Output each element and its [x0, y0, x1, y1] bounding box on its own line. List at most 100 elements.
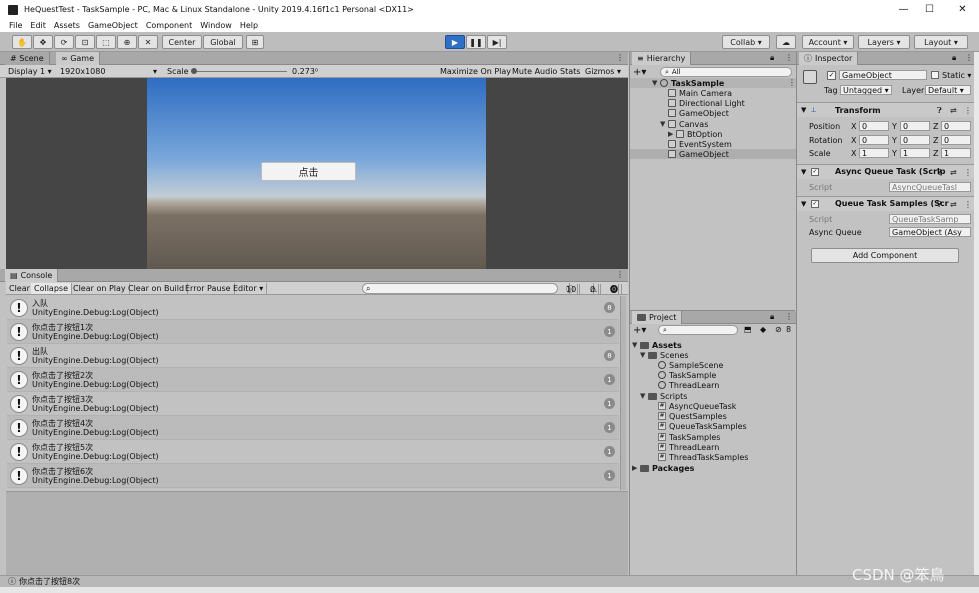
- status-message[interactable]: 你点击了按钮8次: [19, 576, 80, 587]
- collapse-toggle[interactable]: Collapse: [31, 283, 72, 294]
- panel-menu-icon[interactable]: ⋮: [616, 53, 624, 62]
- collab-button[interactable]: Collab ▾: [722, 35, 770, 49]
- account-dropdown[interactable]: Account ▾: [802, 35, 854, 49]
- hierarchy-item[interactable]: EventSystem: [668, 139, 732, 149]
- tab-scene[interactable]: # Scene: [5, 52, 50, 65]
- scale-z-field[interactable]: 1: [941, 148, 971, 158]
- console-detail-area[interactable]: [6, 491, 628, 575]
- layer-dropdown[interactable]: Default ▾: [925, 85, 971, 95]
- static-checkbox[interactable]: [931, 71, 939, 79]
- project-item[interactable]: ▼ Scripts: [640, 391, 687, 401]
- scale-slider-track[interactable]: [197, 71, 287, 72]
- hierarchy-menu-icon[interactable]: ⋮: [785, 53, 793, 62]
- hierarchy-item[interactable]: GameObject: [668, 108, 729, 118]
- component-enabled-checkbox[interactable]: ✓: [811, 168, 819, 176]
- foldout-arrow-icon[interactable]: ▼: [801, 200, 806, 208]
- resolution-dropdown[interactable]: 1920x1080: [60, 67, 105, 76]
- presets-icon[interactable]: ⇌: [950, 200, 957, 209]
- pivot-global-button[interactable]: Global: [203, 35, 243, 49]
- project-item[interactable]: ThreadLearn: [658, 380, 719, 390]
- lock-icon[interactable]: 🔒︎: [770, 53, 774, 63]
- grid-snap-icon[interactable]: ⊞: [246, 35, 264, 49]
- presets-icon[interactable]: ⇌: [950, 106, 957, 115]
- foldout-arrow-icon[interactable]: ▼: [801, 106, 806, 114]
- log-row[interactable]: ! 你点击了按钮4次 UnityEngine.Debug:Log(Object)…: [7, 416, 619, 440]
- log-row[interactable]: ! 你点击了按钮6次 UnityEngine.Debug:Log(Object)…: [7, 464, 619, 488]
- hierarchy-item[interactable]: Directional Light: [668, 98, 745, 108]
- component-enabled-checkbox[interactable]: ✓: [811, 200, 819, 208]
- menu-help[interactable]: Help: [236, 21, 262, 30]
- project-item[interactable]: # ThreadLearn: [658, 442, 719, 452]
- expand-arrow-icon[interactable]: ▼: [640, 351, 648, 359]
- async-queue-task-header[interactable]: ▼ ✓ Async Queue Task (Scrip ❓︎ ⇌ ⋮: [797, 164, 975, 179]
- tab-project[interactable]: Project: [632, 311, 683, 324]
- console-scrollbar[interactable]: [620, 296, 626, 490]
- project-search-input[interactable]: ⌕: [658, 325, 738, 335]
- component-menu-icon[interactable]: ⋮: [964, 106, 972, 115]
- create-plus-icon[interactable]: +▾: [633, 325, 646, 336]
- project-menu-icon[interactable]: ⋮: [785, 312, 793, 321]
- display-dropdown[interactable]: Display 1 ▾: [8, 67, 52, 76]
- maximize-on-play-toggle[interactable]: Maximize On Play: [440, 67, 511, 76]
- hierarchy-item-selected[interactable]: GameObject: [668, 149, 729, 159]
- scale-y-field[interactable]: 1: [900, 148, 930, 158]
- log-row[interactable]: ! 你点击了按钮3次 UnityEngine.Debug:Log(Object)…: [7, 392, 619, 416]
- console-menu-icon[interactable]: ⋮: [616, 270, 624, 279]
- play-button[interactable]: ▶: [445, 35, 465, 49]
- help-icon[interactable]: ❓︎: [937, 168, 942, 178]
- scale-tool-icon[interactable]: ⊡: [75, 35, 95, 49]
- cloud-icon[interactable]: ☁: [776, 35, 796, 49]
- position-y-field[interactable]: 0: [900, 121, 930, 131]
- maximize-button[interactable]: ☐: [913, 0, 946, 19]
- lock-icon[interactable]: 🔒︎: [952, 53, 956, 63]
- project-item[interactable]: # ThreadTaskSamples: [658, 452, 748, 462]
- project-item[interactable]: ▼ Assets: [632, 340, 682, 350]
- layout-dropdown[interactable]: Layout ▾: [914, 35, 968, 49]
- active-checkbox[interactable]: ✓: [827, 71, 836, 80]
- async-queue-object-field[interactable]: GameObject (Asy: [889, 227, 971, 237]
- tab-inspector[interactable]: ⓘ Inspector: [799, 52, 859, 65]
- custom-tool-icon[interactable]: ✕: [138, 35, 158, 49]
- gameobject-name-input[interactable]: GameObject: [839, 70, 927, 80]
- log-row[interactable]: ! 你点击了按钮5次 UnityEngine.Debug:Log(Object)…: [7, 440, 619, 464]
- project-item[interactable]: SampleScene: [658, 360, 723, 370]
- game-viewport[interactable]: 点击: [6, 78, 628, 269]
- project-item[interactable]: # QueueTaskSamples: [658, 421, 747, 431]
- create-plus-icon[interactable]: +▾: [633, 67, 646, 78]
- log-row[interactable]: ! 你点击了按钮2次 UnityEngine.Debug:Log(Object)…: [7, 368, 619, 392]
- hidden-packages-icon[interactable]: ⊘: [775, 325, 782, 334]
- stats-toggle[interactable]: Stats: [560, 67, 580, 76]
- transform-tool-icon[interactable]: ⊕: [117, 35, 137, 49]
- project-item[interactable]: # QuestSamples: [658, 411, 727, 421]
- menu-edit[interactable]: Edit: [26, 21, 50, 30]
- menu-gameobject[interactable]: GameObject: [84, 21, 142, 30]
- hand-tool-icon[interactable]: ✋: [12, 35, 32, 49]
- expand-arrow-icon[interactable]: ▼: [632, 341, 640, 349]
- tab-game[interactable]: ∞ Game: [56, 52, 101, 65]
- inspector-menu-icon[interactable]: ⋮: [965, 53, 973, 62]
- hierarchy-item[interactable]: ▶ BtOption: [668, 129, 722, 139]
- filter-label-icon[interactable]: ◆: [760, 325, 766, 334]
- mute-audio-toggle[interactable]: Mute Audio: [512, 67, 557, 76]
- menu-window[interactable]: Window: [196, 21, 236, 30]
- hierarchy-scene[interactable]: ▼ TaskSample: [652, 78, 724, 88]
- tag-dropdown[interactable]: Untagged ▾: [840, 85, 892, 95]
- scene-menu-icon[interactable]: ⋮: [788, 78, 796, 87]
- editor-dropdown[interactable]: Editor ▾: [230, 283, 268, 294]
- scale-x-field[interactable]: 1: [859, 148, 889, 158]
- position-x-field[interactable]: 0: [859, 121, 889, 131]
- presets-icon[interactable]: ⇌: [950, 168, 957, 177]
- pause-button[interactable]: ❚❚: [466, 35, 486, 49]
- help-icon[interactable]: ❓︎: [937, 106, 942, 116]
- clear-on-build-toggle[interactable]: Clear on Build: [125, 283, 189, 294]
- transform-header[interactable]: ▼ ⟂ Transform ❓︎ ⇌ ⋮: [797, 102, 975, 117]
- console-search-input[interactable]: ⌕: [362, 283, 558, 294]
- lock-icon[interactable]: 🔒︎: [770, 312, 774, 322]
- foldout-arrow-icon[interactable]: ▼: [801, 168, 806, 176]
- log-row[interactable]: ! 你点击了按钮1次 UnityEngine.Debug:Log(Object)…: [7, 320, 619, 344]
- component-menu-icon[interactable]: ⋮: [964, 200, 972, 209]
- hierarchy-search-input[interactable]: ⌕ All: [660, 67, 792, 77]
- project-item[interactable]: # TaskSamples: [658, 432, 720, 442]
- error-count[interactable]: ⓿ 0: [604, 283, 622, 295]
- hierarchy-item[interactable]: Main Camera: [668, 88, 732, 98]
